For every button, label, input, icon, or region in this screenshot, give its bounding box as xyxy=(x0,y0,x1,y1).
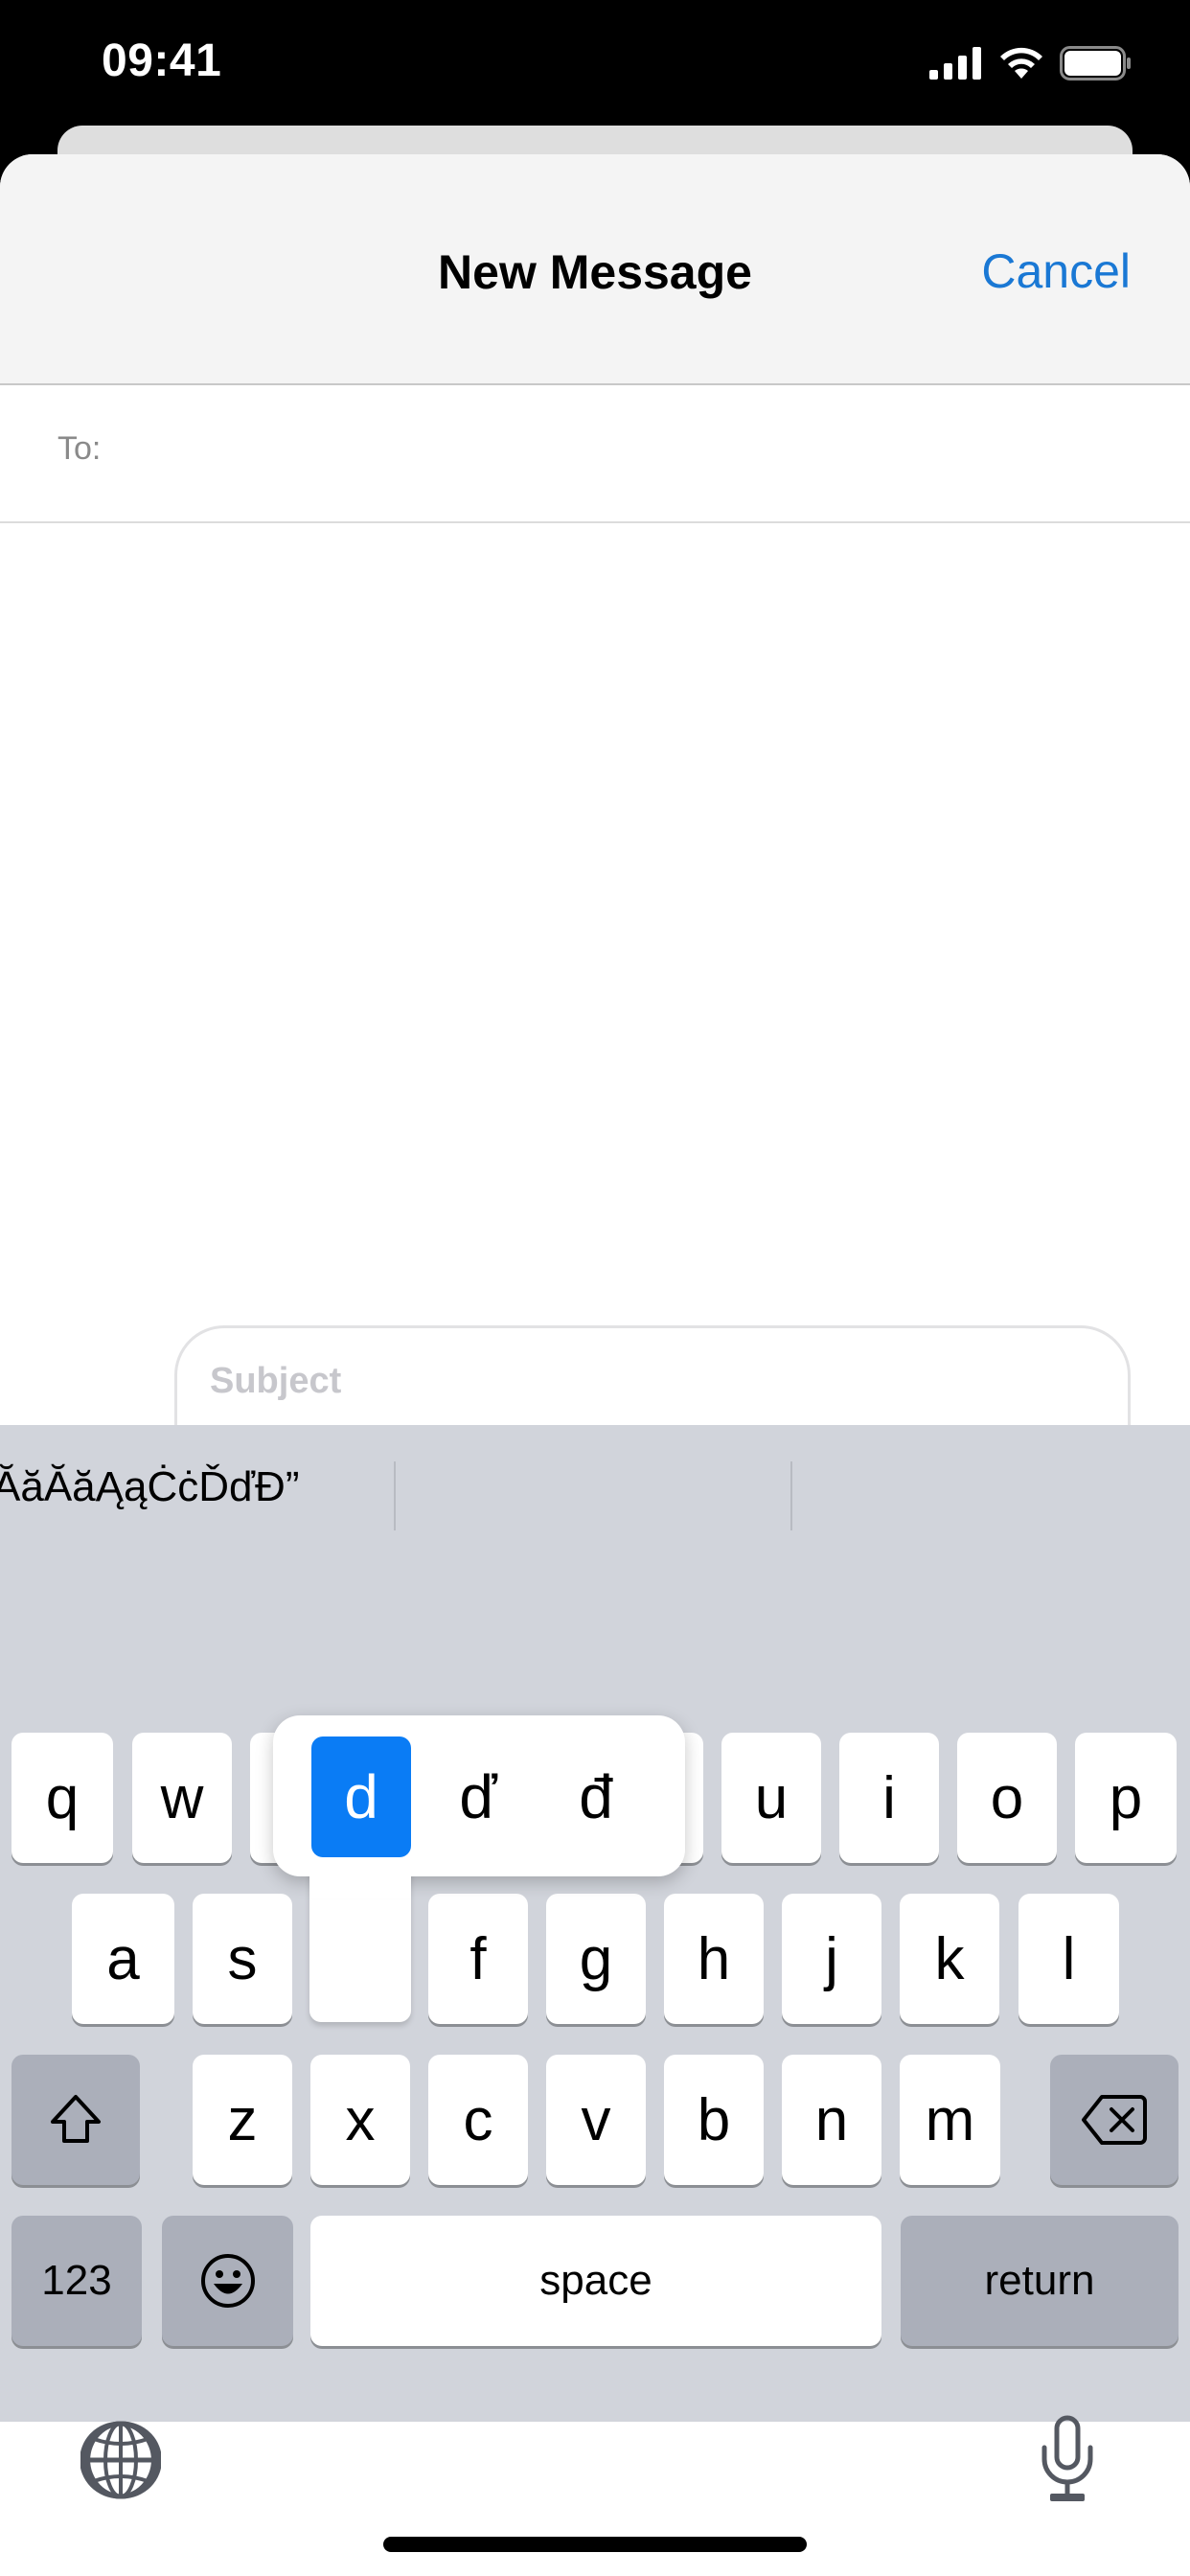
key-g[interactable]: g xyxy=(546,1894,646,2024)
suggestion-3[interactable] xyxy=(792,1425,1190,1550)
suggestion-2[interactable] xyxy=(396,1425,790,1550)
recipient-input[interactable] xyxy=(125,414,1140,491)
status-bar: 09:41 xyxy=(0,0,1190,125)
accent-option-d[interactable]: d xyxy=(311,1736,411,1857)
key-j[interactable]: j xyxy=(782,1894,881,2024)
to-label: To: xyxy=(57,430,102,467)
key-u[interactable]: u xyxy=(721,1733,821,1863)
key-f[interactable]: f xyxy=(428,1894,528,2024)
key-m[interactable]: m xyxy=(900,2055,1000,2185)
space-key[interactable]: space xyxy=(310,2216,881,2346)
battery-icon xyxy=(1060,46,1131,80)
key-s[interactable]: s xyxy=(193,1894,292,2024)
accent-option-d-stroke[interactable]: đ xyxy=(546,1736,646,1857)
return-key[interactable]: return xyxy=(901,2216,1179,2346)
cellular-signal-icon xyxy=(929,47,981,80)
status-icons xyxy=(929,44,1133,82)
globe-icon xyxy=(80,2421,162,2499)
cancel-button[interactable]: Cancel xyxy=(981,243,1131,299)
key-h[interactable]: h xyxy=(664,1894,764,2024)
home-indicator xyxy=(383,2537,807,2552)
nav-header: New Message Cancel xyxy=(0,154,1190,385)
key-c[interactable]: c xyxy=(428,2055,528,2185)
key-v[interactable]: v xyxy=(546,2055,646,2185)
wifi-icon xyxy=(1000,47,1042,79)
suggestion-1[interactable]: ĂăĂăĄąĊċĎďĐ” xyxy=(0,1425,385,1550)
suggestion-bar: ĂăĂăĄąĊċĎďĐ” xyxy=(0,1425,1190,1550)
emoji-key[interactable] xyxy=(162,2216,293,2346)
dictation-button[interactable] xyxy=(1039,2415,1096,2505)
globe-button[interactable] xyxy=(80,2420,162,2500)
recipient-row: To: xyxy=(0,385,1190,523)
key-a[interactable]: a xyxy=(72,1894,174,2024)
shift-icon xyxy=(51,2095,101,2143)
key-i[interactable]: i xyxy=(839,1733,939,1863)
emoji-icon xyxy=(200,2254,255,2308)
key-k[interactable]: k xyxy=(900,1894,999,2024)
subject-input[interactable] xyxy=(210,1347,1072,1414)
key-p[interactable]: p xyxy=(1075,1733,1177,1863)
key-z[interactable]: z xyxy=(193,2055,292,2185)
key-l[interactable]: l xyxy=(1018,1894,1119,2024)
accent-option-d-caron[interactable]: ď xyxy=(428,1736,528,1857)
key-w[interactable]: w xyxy=(132,1733,232,1863)
key-b[interactable]: b xyxy=(664,2055,764,2185)
key-q[interactable]: q xyxy=(11,1733,113,1863)
delete-key[interactable] xyxy=(1050,2055,1179,2185)
status-time: 09:41 xyxy=(102,35,222,86)
key-n[interactable]: n xyxy=(782,2055,881,2185)
key-x[interactable]: x xyxy=(310,2055,410,2185)
key-o[interactable]: o xyxy=(957,1733,1057,1863)
microphone-icon xyxy=(1041,2415,1093,2501)
numbers-key[interactable]: 123 xyxy=(11,2216,142,2346)
delete-icon xyxy=(1082,2095,1147,2145)
shift-key[interactable] xyxy=(11,2055,140,2185)
